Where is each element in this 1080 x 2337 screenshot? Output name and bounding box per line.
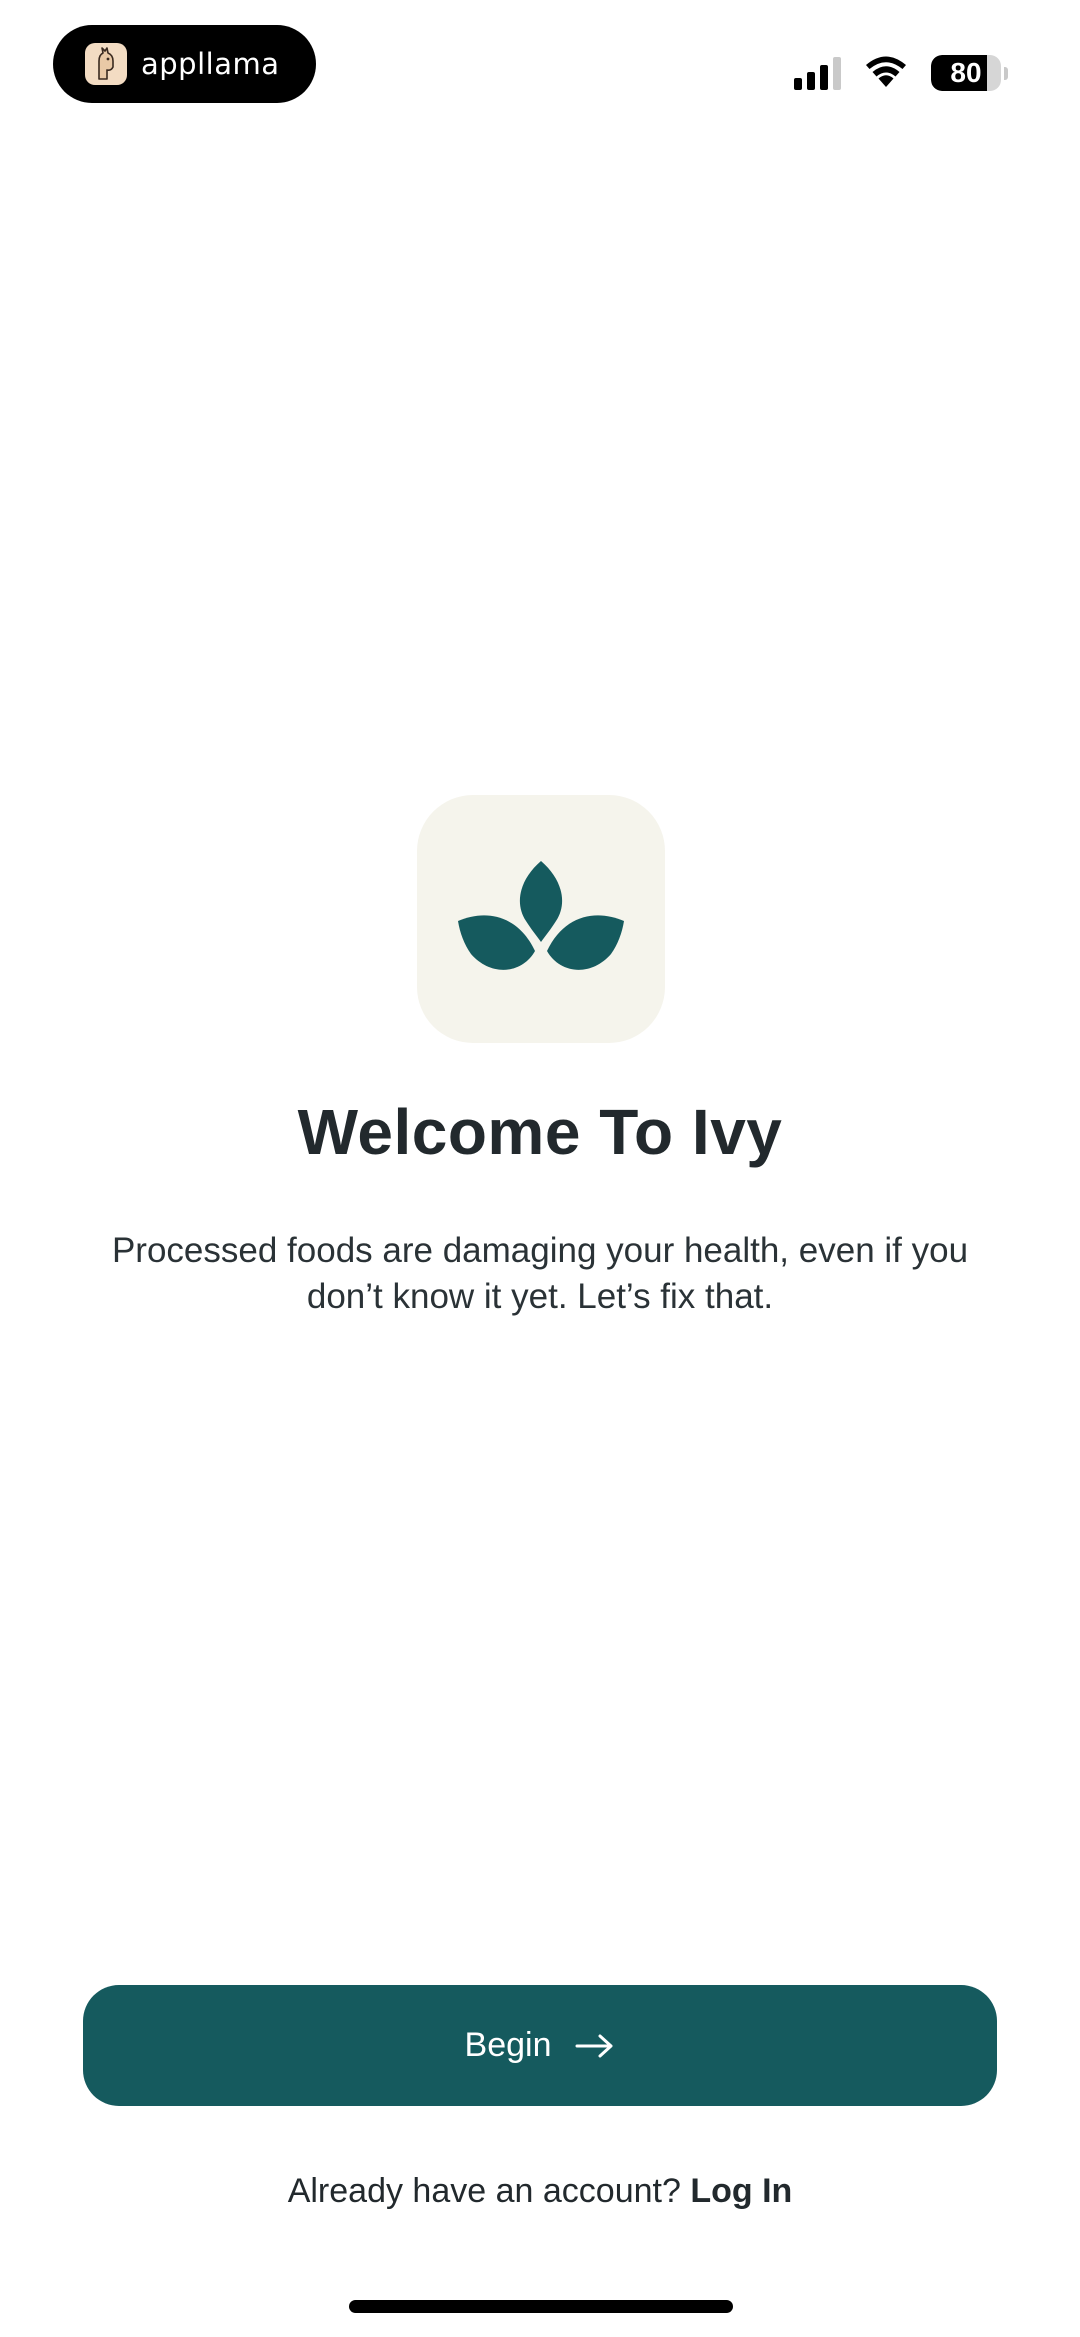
login-prompt-row: Already have an account? Log In [0,2172,1080,2211]
begin-button[interactable]: Begin [83,1985,997,2106]
screen-recorder-pill[interactable]: appllama [53,25,316,103]
llama-logo-icon [85,43,127,85]
wifi-icon [863,54,909,93]
cellular-signal-icon [794,56,841,90]
battery-icon: 80 [931,55,1008,91]
welcome-description: Processed foods are damaging your health… [111,1231,969,1316]
page-title: Welcome To Ivy [297,1096,783,1168]
login-link[interactable]: Log In [690,2172,792,2210]
leaf-logo-icon [458,861,624,970]
arrow-right-icon [575,2033,615,2059]
app-logo [417,795,665,1043]
begin-button-label: Begin [464,2026,552,2064]
pill-label: appllama [141,47,280,81]
status-indicators: 80 [794,48,1008,98]
home-indicator[interactable] [349,2300,733,2313]
battery-percent: 80 [950,57,982,88]
login-prompt-text: Already have an account? [287,2172,681,2210]
